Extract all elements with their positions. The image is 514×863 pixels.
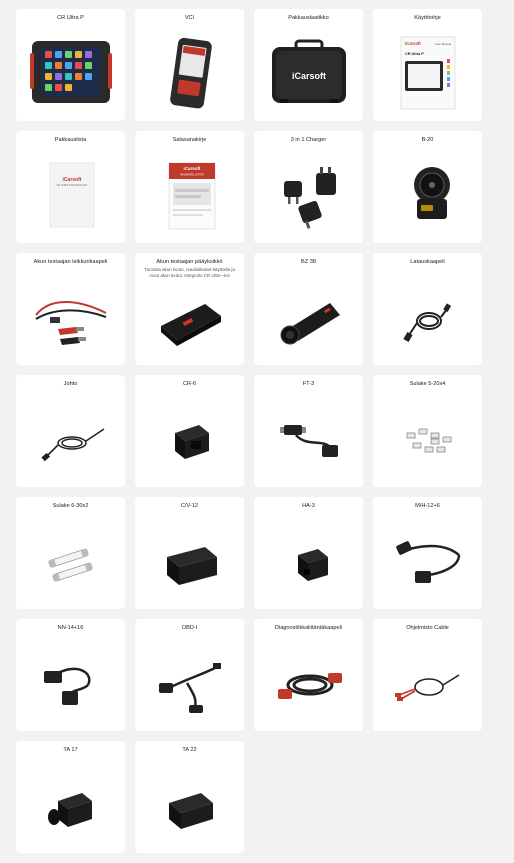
item-card: 3 in 1 Charger — [254, 131, 363, 243]
ta17-adapter-icon — [16, 763, 125, 847]
item-title: Pakkauslaatikko — [288, 15, 329, 21]
nn-cable-icon — [16, 641, 125, 725]
item-card: TA 17 — [16, 741, 125, 853]
item-title: Latauskaapeli — [410, 259, 445, 265]
item-card: TA 22 — [135, 741, 244, 853]
mh-cable-icon — [373, 519, 482, 603]
carry-case-icon: iCarsoft — [254, 31, 363, 115]
item-title: FT-3 — [302, 381, 315, 387]
item-card: Johto — [16, 375, 125, 487]
svg-text:CR ULTRA P PACKING LIST: CR ULTRA P PACKING LIST — [56, 184, 87, 187]
diagnostic-cable-icon — [254, 641, 363, 725]
item-card: Ohjelmisto Cable — [373, 619, 482, 731]
ft3-cable-icon — [254, 397, 363, 481]
item-card: HA-3 — [254, 497, 363, 609]
item-card: CR-6 — [135, 375, 244, 487]
charger-icon — [254, 153, 363, 237]
item-title: Johto — [63, 381, 78, 387]
item-title: VCI — [184, 15, 195, 21]
glass-fuse-icon — [16, 519, 125, 603]
item-card: Käyttöohje iCarsoft User Manual CR Ultra… — [373, 9, 482, 121]
item-title: C/V-12 — [180, 503, 199, 509]
cord-icon — [16, 397, 125, 481]
item-title: BZ 38 — [301, 259, 316, 265]
item-title: Ohjelmisto Cable — [406, 625, 449, 631]
ha3-adapter-icon — [254, 519, 363, 603]
svg-text:PASSWORD LETTER: PASSWORD LETTER — [180, 174, 204, 177]
accessory-grid: CR Ultra P VCI Pakkauslaatikko iCarsoft … — [0, 0, 514, 853]
item-title: Diagnostiikkaliitäntäkaapeli — [274, 625, 343, 631]
svg-text:CR Ultra P: CR Ultra P — [405, 52, 424, 56]
item-title: 3 in 1 Charger — [290, 137, 327, 143]
svg-text:User Manual: User Manual — [435, 42, 451, 46]
item-title: CR Ultra P — [57, 15, 84, 21]
item-title: CR-6 — [182, 381, 197, 387]
item-card: Sulake 6-30x2 — [16, 497, 125, 609]
item-title: HA-3 — [302, 503, 315, 509]
item-title: NN-14+16 — [57, 625, 84, 631]
item-title: Akun testaajan pääyksikkö — [156, 259, 223, 265]
item-title: TA 17 — [63, 747, 78, 753]
bz38-adapter-icon — [254, 275, 363, 359]
item-title: Pakkauslista — [54, 137, 87, 143]
item-card: Akun testaajan pääyksikkö Tunnista akun … — [135, 253, 244, 365]
item-card: NN-14+16 — [16, 619, 125, 731]
ta22-adapter-icon — [135, 763, 244, 847]
tablet-icon — [16, 31, 125, 115]
item-card: C/V-12 — [135, 497, 244, 609]
item-title: TA 22 — [182, 747, 197, 753]
cv12-adapter-icon — [135, 519, 244, 603]
cr6-adapter-icon — [135, 397, 244, 481]
svg-text:iCarsoft: iCarsoft — [62, 177, 81, 183]
item-title: OBD-I — [181, 625, 198, 631]
item-title: Akun testaajan leikkurikaapeli — [33, 259, 108, 265]
item-card: M/H-12+6 — [373, 497, 482, 609]
item-card: Pakkauslaatikko iCarsoft — [254, 9, 363, 121]
item-card: Latauskaapeli — [373, 253, 482, 365]
battery-tester-icon — [135, 285, 244, 359]
item-card: Pakkauslista iCarsoft CR ULTRA P PACKING… — [16, 131, 125, 243]
fuses-icon — [373, 397, 482, 481]
item-card: B-20 — [373, 131, 482, 243]
item-card: FT-3 — [254, 375, 363, 487]
svg-text:iCarsoft: iCarsoft — [405, 41, 421, 46]
item-card: BZ 38 — [254, 253, 363, 365]
clamp-cable-icon — [16, 275, 125, 359]
item-title: Sulake 6-30x2 — [52, 503, 89, 509]
item-description: Tunnista akun kunto, reaaliaikaiset käyt… — [144, 267, 235, 278]
user-manual-icon: iCarsoft User Manual CR Ultra P — [373, 31, 482, 115]
item-card: Akun testaajan leikkurikaapeli — [16, 253, 125, 365]
charging-cable-icon — [373, 275, 482, 359]
svg-text:iCarsoft: iCarsoft — [291, 71, 325, 81]
item-card: OBD-I — [135, 619, 244, 731]
item-card: Salasanakirje iCarsoft PASSWORD LETTER — [135, 131, 244, 243]
software-cable-icon — [373, 641, 482, 725]
item-title: Salasanakirje — [172, 137, 207, 143]
b20-connector-icon — [373, 153, 482, 237]
item-card: VCI — [135, 9, 244, 121]
vci-device-icon — [135, 31, 244, 115]
item-card: Sulake 5-20x4 — [373, 375, 482, 487]
svg-text:iCarsoft: iCarsoft — [183, 166, 201, 171]
item-title: Sulake 5-20x4 — [409, 381, 446, 387]
item-card: CR Ultra P — [16, 9, 125, 121]
item-title: B-20 — [421, 137, 434, 143]
item-title: Käyttöohje — [414, 15, 441, 21]
item-card: Diagnostiikkaliitäntäkaapeli — [254, 619, 363, 731]
obd1-cable-icon — [135, 641, 244, 725]
packing-list-icon: iCarsoft CR ULTRA P PACKING LIST — [16, 153, 125, 237]
password-letter-icon: iCarsoft PASSWORD LETTER — [135, 153, 244, 237]
item-title: M/H-12+6 — [415, 503, 440, 509]
